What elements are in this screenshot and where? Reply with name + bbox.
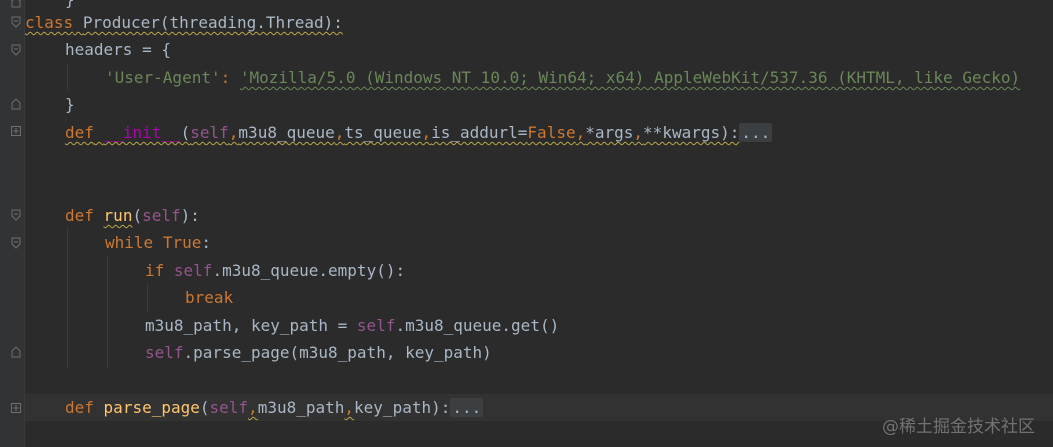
dict-value: 'Mozilla/5.0 (Windows NT 10.0; Win64; x6…: [239, 68, 1021, 87]
fold-end-icon[interactable]: [11, 0, 21, 8]
self-param: self: [142, 206, 181, 225]
watermark: @稀土掘金技术社区: [882, 417, 1035, 437]
editor-gutter: [0, 0, 25, 447]
fold-start-icon[interactable]: [11, 237, 21, 249]
dict-colon: :: [220, 68, 240, 87]
brace: }: [25, 0, 75, 9]
class-name: Producer: [82, 13, 160, 32]
fold-start-icon[interactable]: [11, 44, 21, 56]
self-ref: self: [173, 261, 213, 280]
fold-expand-icon[interactable]: [11, 126, 21, 138]
code-editor[interactable]: } class Producer(threading.Thread): head…: [25, 0, 1053, 447]
self-param: self: [209, 398, 249, 417]
headers-assign: headers = {: [65, 40, 171, 59]
param: *args: [585, 123, 634, 142]
keyword-def: def: [65, 206, 94, 225]
param: m3u8_queue: [238, 123, 335, 142]
code-line[interactable]: break: [25, 284, 1053, 311]
true-literal: True: [162, 233, 202, 252]
param: m3u8_path: [257, 398, 345, 417]
function-name: run: [103, 206, 133, 225]
code-line[interactable]: def __init__(self,m3u8_queue,ts_queue,is…: [25, 119, 1053, 146]
param: is_addurl=: [431, 123, 528, 142]
keyword-if: if: [145, 261, 165, 280]
keyword-while: while: [105, 233, 154, 252]
brace: }: [65, 95, 75, 114]
code-line[interactable]: headers = {: [25, 36, 1053, 63]
code-line[interactable]: 'User-Agent': 'Mozilla/5.0 (Windows NT 1…: [25, 64, 1053, 91]
self-ref: self: [356, 316, 396, 335]
code-line[interactable]: m3u8_path, key_path = self.m3u8_queue.ge…: [25, 312, 1053, 339]
folded-code-placeholder[interactable]: ...: [739, 123, 773, 142]
fold-end-icon[interactable]: [11, 346, 21, 358]
dict-key: 'User-Agent': [105, 68, 221, 87]
code-line[interactable]: def run(self):: [25, 202, 1053, 229]
self-param: self: [190, 123, 229, 142]
class-bases: (threading.Thread):: [159, 13, 343, 32]
code-line[interactable]: self.parse_page(m3u8_path, key_path): [25, 339, 1053, 366]
param: key_path: [354, 398, 432, 417]
code-line[interactable]: class Producer(threading.Thread):: [25, 9, 1053, 36]
code-line[interactable]: if self.m3u8_queue.empty():: [25, 257, 1053, 284]
function-name: parse_page: [103, 398, 200, 417]
keyword-break: break: [185, 288, 234, 307]
param: **kwargs: [643, 123, 721, 142]
keyword-def: def: [65, 398, 94, 417]
fold-expand-icon[interactable]: [11, 403, 21, 415]
false-literal: False: [527, 123, 576, 142]
keyword-def: def: [65, 123, 94, 142]
function-name: __init__: [103, 123, 181, 142]
fold-start-icon[interactable]: [11, 16, 21, 28]
folded-code-placeholder[interactable]: ...: [450, 398, 484, 417]
fold-end-icon[interactable]: [11, 98, 21, 110]
keyword-class: class: [25, 13, 74, 32]
self-ref: self: [145, 343, 184, 362]
param: ts_queue: [344, 123, 422, 142]
fold-start-icon[interactable]: [11, 209, 21, 221]
code-line[interactable]: while True:: [25, 229, 1053, 256]
code-line[interactable]: }: [25, 91, 1053, 118]
